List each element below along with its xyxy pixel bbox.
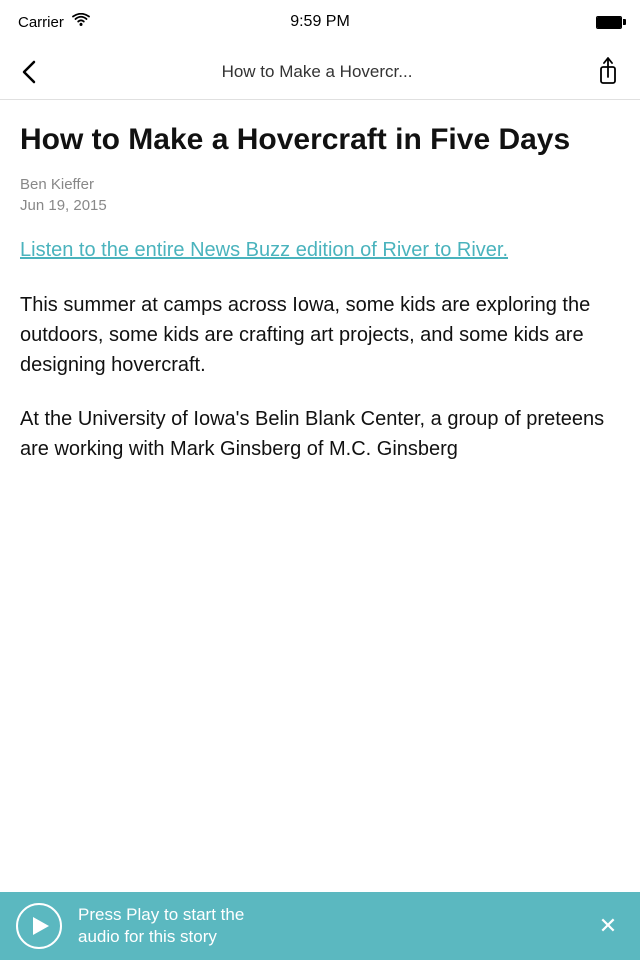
article-title: How to Make a Hovercraft in Five Days bbox=[20, 122, 620, 158]
audio-message-line1: Press Play to start the bbox=[78, 905, 244, 924]
audio-player: Press Play to start the audio for this s… bbox=[0, 892, 640, 960]
body-paragraph-1: This summer at camps across Iowa, some k… bbox=[20, 290, 620, 380]
audio-message: Press Play to start the audio for this s… bbox=[62, 904, 592, 948]
status-time: 9:59 PM bbox=[290, 13, 350, 31]
status-right bbox=[596, 16, 622, 29]
share-button[interactable] bbox=[590, 54, 626, 90]
audio-message-line2: audio for this story bbox=[78, 927, 217, 946]
play-icon bbox=[33, 917, 49, 935]
wifi-icon bbox=[72, 13, 90, 31]
play-button[interactable] bbox=[16, 903, 62, 949]
status-left: Carrier bbox=[18, 13, 90, 31]
nav-bar: How to Make a Hovercr... bbox=[0, 44, 640, 100]
battery-icon bbox=[596, 16, 622, 29]
article-link[interactable]: Listen to the entire News Buzz edition o… bbox=[20, 236, 620, 264]
audio-close-button[interactable]: ✕ bbox=[592, 910, 624, 942]
article-date: Jun 19, 2015 bbox=[20, 197, 620, 214]
article-content: How to Make a Hovercraft in Five Days Be… bbox=[0, 100, 640, 892]
carrier-label: Carrier bbox=[18, 14, 64, 31]
body-paragraph-2: At the University of Iowa's Belin Blank … bbox=[20, 404, 620, 464]
close-icon: ✕ bbox=[599, 915, 617, 937]
article-body: This summer at camps across Iowa, some k… bbox=[20, 290, 620, 464]
nav-title: How to Make a Hovercr... bbox=[44, 62, 590, 82]
back-button[interactable] bbox=[14, 52, 44, 92]
article-author: Ben Kieffer bbox=[20, 176, 620, 193]
status-bar: Carrier 9:59 PM bbox=[0, 0, 640, 44]
